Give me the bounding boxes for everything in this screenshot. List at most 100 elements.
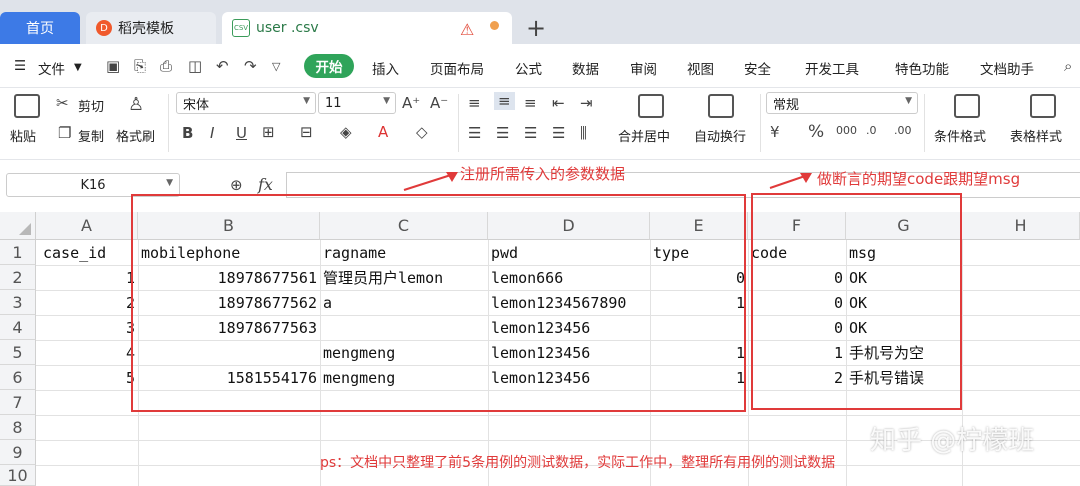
new-tab-plus-icon[interactable]: + — [526, 14, 546, 42]
copy-button[interactable]: 复制 — [78, 126, 104, 145]
menu-features[interactable]: 特色功能 — [895, 58, 949, 78]
menu-formula[interactable]: 公式 — [515, 58, 542, 78]
column-header-h[interactable]: H — [962, 212, 1080, 240]
tab-template[interactable]: D 稻壳模板 — [86, 12, 216, 44]
align-top-icon[interactable]: ≡ — [468, 94, 481, 112]
tab-home[interactable]: 首页 — [0, 12, 80, 44]
conditional-format-button[interactable]: 条件格式 — [934, 126, 986, 145]
row-header[interactable]: 1 — [0, 240, 36, 265]
cell-a1[interactable]: case_id — [40, 240, 138, 265]
currency-icon[interactable]: ¥ — [770, 123, 780, 141]
menu-doc-assistant[interactable]: 文档助手 — [980, 58, 1034, 78]
print-icon[interactable]: ⎙ — [160, 57, 172, 75]
format-painter-icon[interactable]: ♙ — [128, 94, 144, 115]
warning-icon[interactable]: ⚠ — [460, 20, 474, 39]
merge-center-icon[interactable] — [638, 94, 664, 118]
menu-view[interactable]: 视图 — [687, 58, 714, 78]
distributed-icon[interactable]: ⫼ — [580, 124, 587, 142]
params-arrow-icon — [403, 172, 458, 191]
cell-a3[interactable]: 2 — [36, 290, 138, 315]
function-icon[interactable]: fx — [258, 175, 273, 194]
align-left-icon[interactable]: ☰ — [468, 124, 481, 142]
chevron-down-icon[interactable]: ▼ — [74, 62, 82, 73]
eraser-icon[interactable]: ◇ — [416, 123, 428, 141]
ps-note: ps：文档中只整理了前5条用例的测试数据，实际工作中，整理所有用例的测试数据 — [320, 455, 836, 471]
cell-a2[interactable]: 1 — [36, 265, 138, 290]
customize-arrow-icon[interactable]: ▽ — [272, 60, 280, 73]
number-format-select[interactable]: 常规 ▼ — [766, 92, 918, 114]
paste-button[interactable]: 粘贴 — [10, 126, 36, 145]
conditional-format-icon[interactable] — [954, 94, 980, 118]
row-header[interactable]: 8 — [0, 415, 36, 440]
align-bottom-icon[interactable]: ≡ — [524, 94, 537, 112]
italic-icon[interactable]: I — [210, 124, 214, 142]
row-header[interactable]: 3 — [0, 290, 36, 315]
outdent-icon[interactable]: ⇤ — [552, 94, 565, 112]
tab-user-csv[interactable]: CSV user .csv ⚠ — [222, 12, 512, 44]
bold-icon[interactable]: B — [182, 124, 193, 142]
cell-a4[interactable]: 3 — [36, 315, 138, 340]
menu-developer[interactable]: 开发工具 — [805, 58, 859, 78]
menu-review[interactable]: 审阅 — [630, 58, 657, 78]
row-header[interactable]: 4 — [0, 315, 36, 340]
thousands-icon[interactable]: 000 — [836, 124, 857, 137]
format-painter-button[interactable]: 格式刷 — [116, 126, 155, 145]
fill-color-icon[interactable]: ◈ — [340, 123, 352, 141]
font-size-select[interactable]: 11 ▼ — [318, 92, 396, 114]
cell-style-icon[interactable]: ⊟ — [300, 123, 313, 141]
percent-icon[interactable]: % — [808, 122, 824, 142]
hamburger-icon[interactable]: ☰ — [14, 58, 26, 74]
print-preview-icon[interactable]: ◫ — [188, 57, 202, 75]
decrease-decimal-icon[interactable]: .00 — [894, 124, 912, 137]
paste-icon[interactable] — [14, 94, 40, 118]
wrap-text-icon[interactable] — [708, 94, 734, 118]
table-style-button[interactable]: 表格样式 — [1010, 126, 1062, 145]
chevron-down-icon: ▼ — [905, 96, 912, 106]
select-all-corner[interactable] — [0, 212, 36, 240]
menu-file[interactable]: 文件 — [38, 58, 65, 78]
undo-icon[interactable]: ↶ — [216, 57, 229, 75]
save-icon[interactable]: ▣ — [106, 57, 120, 75]
cell-a5[interactable]: 4 — [36, 340, 138, 365]
justify-icon[interactable]: ☰ — [552, 124, 565, 142]
scissors-icon[interactable]: ✂ — [56, 94, 69, 112]
tab-bar: 首页 D 稻壳模板 CSV user .csv ⚠ + — [0, 0, 1080, 44]
copy-icon[interactable]: ❐ — [58, 124, 71, 142]
cell-a6[interactable]: 5 — [36, 365, 138, 390]
menu-page-layout[interactable]: 页面布局 — [430, 58, 484, 78]
align-right-icon[interactable]: ☰ — [524, 124, 537, 142]
align-center-icon[interactable]: ☰ — [496, 124, 509, 142]
border-icon[interactable]: ⊞ — [262, 123, 275, 141]
indent-icon[interactable]: ⇥ — [580, 94, 593, 112]
underline-icon[interactable]: U — [236, 124, 247, 142]
cut-button[interactable]: 剪切 — [78, 96, 104, 115]
menu-insert[interactable]: 插入 — [372, 58, 399, 78]
increase-decimal-icon[interactable]: .0 — [866, 124, 877, 137]
zoom-icon[interactable]: ⊕ — [230, 176, 243, 194]
menu-start[interactable]: 开始 — [304, 54, 354, 78]
decrease-font-icon[interactable]: A⁻ — [430, 94, 448, 112]
row-header[interactable]: 5 — [0, 340, 36, 365]
grid-line — [36, 415, 1080, 416]
table-style-icon[interactable] — [1030, 94, 1056, 118]
menu-security[interactable]: 安全 — [744, 58, 771, 78]
merge-center-button[interactable]: 合并居中 — [618, 126, 670, 145]
align-middle-icon[interactable]: ≡ — [494, 92, 515, 110]
wrap-text-button[interactable]: 自动换行 — [694, 126, 746, 145]
row-header[interactable]: 6 — [0, 365, 36, 390]
font-color-icon[interactable]: A — [378, 123, 388, 141]
row-header[interactable]: 10 — [0, 465, 36, 486]
menu-data[interactable]: 数据 — [572, 58, 599, 78]
row-header[interactable]: 7 — [0, 390, 36, 415]
column-header-a[interactable]: A — [36, 212, 138, 240]
chevron-down-icon: ▼ — [166, 178, 173, 188]
search-icon[interactable]: ⌕ — [1064, 57, 1072, 75]
increase-font-icon[interactable]: A⁺ — [402, 94, 420, 112]
row-header[interactable]: 2 — [0, 265, 36, 290]
font-name-select[interactable]: 宋体 ▼ — [176, 92, 316, 114]
ribbon-divider — [168, 94, 169, 152]
ribbon-divider — [760, 94, 761, 152]
export-icon[interactable]: ⎘ — [134, 57, 146, 75]
row-header[interactable]: 9 — [0, 440, 36, 465]
redo-icon[interactable]: ↷ — [244, 57, 257, 75]
